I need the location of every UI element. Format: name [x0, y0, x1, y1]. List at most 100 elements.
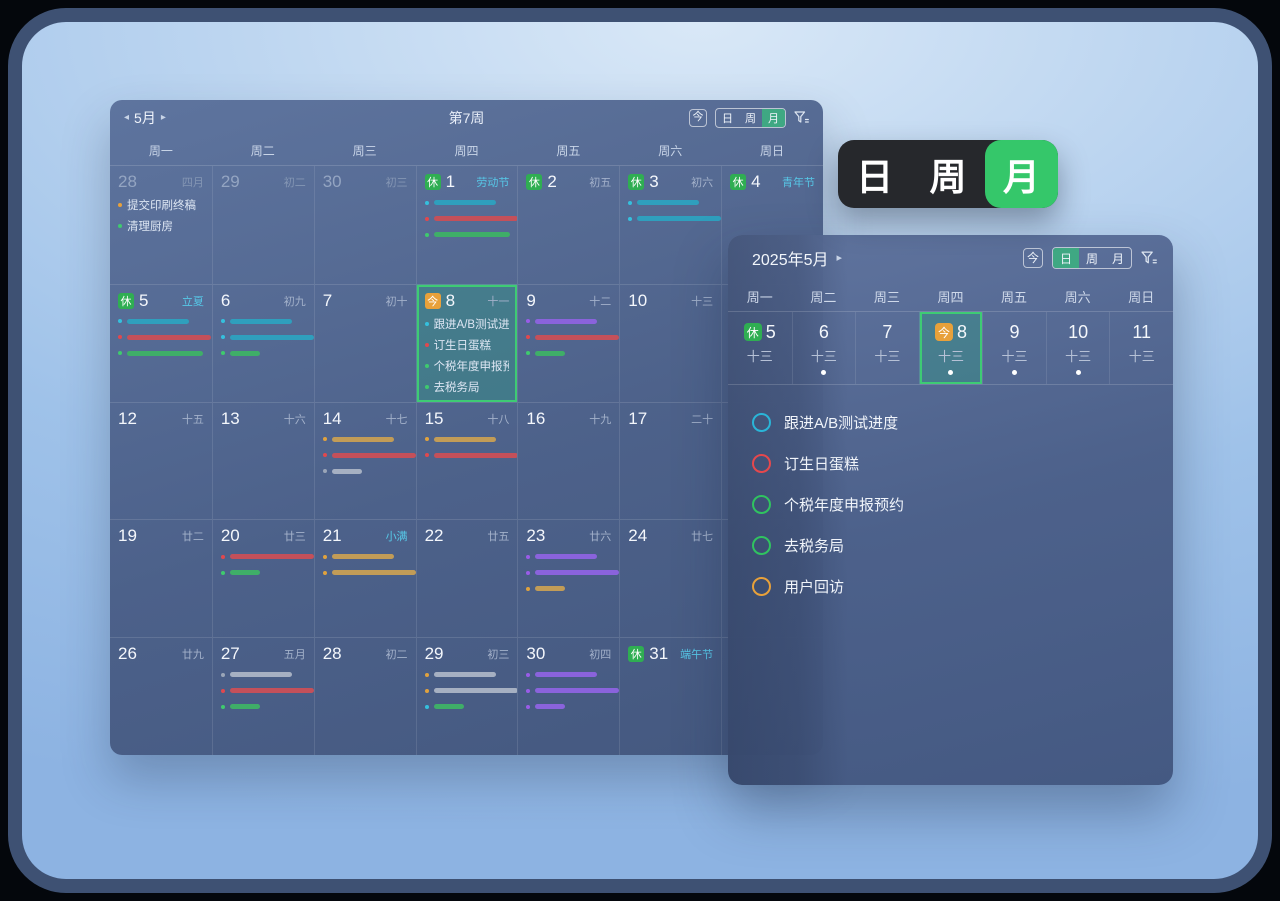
view-toggle-option-周[interactable]: 周 [1079, 248, 1105, 268]
event-bar-item[interactable] [323, 466, 408, 477]
task-checkbox-circle[interactable] [752, 577, 771, 596]
month-day-cell-3[interactable]: 休3初六 [619, 166, 721, 284]
event-item[interactable]: 订生日蛋糕 [425, 337, 510, 353]
month-day-cell-6[interactable]: 6初九 [212, 284, 314, 402]
view-toggle-option-日[interactable]: 日 [1053, 248, 1079, 268]
today-button[interactable]: 今 [1023, 248, 1043, 268]
month-day-cell-7[interactable]: 7初十 [314, 284, 416, 402]
task-checkbox-circle[interactable] [752, 454, 771, 473]
month-day-cell-30[interactable]: 30初三 [314, 166, 416, 284]
today-button[interactable]: 今 [689, 109, 707, 127]
month-day-cell-21[interactable]: 21小满 [314, 519, 416, 637]
month-day-cell-16[interactable]: 16十九 [517, 402, 619, 520]
month-day-cell-31[interactable]: 休31端午节 [619, 637, 721, 755]
week-day-cell-11[interactable]: 11十三 [1109, 312, 1173, 384]
event-bar-item[interactable] [221, 701, 306, 712]
month-day-cell-14[interactable]: 14十七 [314, 402, 416, 520]
task-checkbox-circle[interactable] [752, 495, 771, 514]
month-day-cell-10[interactable]: 10十三 [619, 284, 721, 402]
event-bar-item[interactable] [425, 701, 510, 712]
event-item[interactable]: 跟进A/B测试进度 [425, 316, 510, 332]
next-month-button[interactable]: ▸ [161, 113, 166, 123]
month-day-cell-17[interactable]: 17二十 [619, 402, 721, 520]
month-day-cell-2[interactable]: 休2初五 [517, 166, 619, 284]
month-day-cell-26[interactable]: 26廿九 [110, 637, 212, 755]
event-bar-item[interactable] [526, 701, 611, 712]
event-bar-item[interactable] [118, 348, 204, 359]
event-bar-item[interactable] [221, 551, 306, 562]
event-bar-item[interactable] [221, 685, 306, 696]
month-day-cell-29[interactable]: 29初三 [416, 637, 518, 755]
event-bar-item[interactable] [221, 348, 306, 359]
event-bar-item[interactable] [425, 229, 510, 240]
event-bar-item[interactable] [118, 332, 204, 343]
view-toggle-option-月[interactable]: 月 [762, 109, 785, 127]
event-bar-item[interactable] [323, 567, 408, 578]
event-bar-item[interactable] [628, 213, 713, 224]
event-bar-item[interactable] [221, 567, 306, 578]
month-day-cell-13[interactable]: 13十六 [212, 402, 314, 520]
event-bar-item[interactable] [118, 316, 204, 327]
filter-icon-button[interactable] [794, 111, 809, 125]
task-checkbox-circle[interactable] [752, 536, 771, 555]
month-day-cell-15[interactable]: 15十八 [416, 402, 518, 520]
view-toggle-option-日[interactable]: 日 [838, 140, 911, 208]
week-day-cell-9[interactable]: 9十三 [982, 312, 1046, 384]
event-bar-item[interactable] [323, 434, 408, 445]
week-day-cell-10[interactable]: 10十三 [1046, 312, 1110, 384]
event-item[interactable]: 个税年度申报预约 [425, 358, 510, 374]
event-bar-item[interactable] [526, 567, 611, 578]
task-item[interactable]: 用户回访 [752, 566, 1149, 607]
event-item[interactable]: 清理厨房 [118, 218, 204, 234]
prev-month-button[interactable]: ◂ [124, 113, 129, 123]
event-bar-item[interactable] [425, 197, 510, 208]
task-checkbox-circle[interactable] [752, 413, 771, 432]
month-day-cell-9[interactable]: 9十二 [517, 284, 619, 402]
month-day-cell-1[interactable]: 休1劳动节 [416, 166, 518, 284]
event-bar-item[interactable] [425, 213, 510, 224]
month-day-cell-29[interactable]: 29初二 [212, 166, 314, 284]
month-day-cell-12[interactable]: 12十五 [110, 402, 212, 520]
task-item[interactable]: 去税务局 [752, 525, 1149, 566]
event-bar-item[interactable] [526, 348, 611, 359]
month-day-cell-8[interactable]: 今8十一跟进A/B测试进度订生日蛋糕个税年度申报预约去税务局 [416, 284, 518, 402]
event-bar-item[interactable] [425, 685, 510, 696]
event-bar-item[interactable] [628, 197, 713, 208]
month-day-cell-22[interactable]: 22廿五 [416, 519, 518, 637]
view-toggle-option-日[interactable]: 日 [716, 109, 739, 127]
view-toggle-option-周[interactable]: 周 [739, 109, 762, 127]
week-day-cell-7[interactable]: 7十三 [855, 312, 919, 384]
week-day-cell-6[interactable]: 6十三 [792, 312, 856, 384]
month-day-cell-20[interactable]: 20廿三 [212, 519, 314, 637]
event-bar-item[interactable] [526, 316, 611, 327]
event-bar-item[interactable] [221, 669, 306, 680]
month-day-cell-27[interactable]: 27五月 [212, 637, 314, 755]
month-day-cell-5[interactable]: 休5立夏 [110, 284, 212, 402]
month-day-cell-28[interactable]: 28初二 [314, 637, 416, 755]
month-day-cell-23[interactable]: 23廿六 [517, 519, 619, 637]
event-bar-item[interactable] [526, 685, 611, 696]
view-toggle-option-月[interactable]: 月 [985, 140, 1058, 208]
filter-icon-button[interactable] [1141, 251, 1157, 266]
view-toggle-option-月[interactable]: 月 [1105, 248, 1131, 268]
event-bar-item[interactable] [425, 450, 510, 461]
event-bar-item[interactable] [526, 669, 611, 680]
event-bar-item[interactable] [526, 551, 611, 562]
event-bar-item[interactable] [526, 583, 611, 594]
month-day-cell-30[interactable]: 30初四 [517, 637, 619, 755]
week-day-cell-8[interactable]: 今8十三 [919, 312, 983, 384]
event-item[interactable]: 去税务局 [425, 379, 510, 395]
view-toggle-option-周[interactable]: 周 [911, 140, 984, 208]
event-item[interactable]: 提交印刷终稿 [118, 197, 204, 213]
task-item[interactable]: 订生日蛋糕 [752, 443, 1149, 484]
month-day-cell-24[interactable]: 24廿七 [619, 519, 721, 637]
event-bar-item[interactable] [323, 450, 408, 461]
month-day-cell-19[interactable]: 19廿二 [110, 519, 212, 637]
task-item[interactable]: 跟进A/B测试进度 [752, 402, 1149, 443]
month-day-cell-28[interactable]: 28四月提交印刷终稿清理厨房 [110, 166, 212, 284]
event-bar-item[interactable] [323, 551, 408, 562]
event-bar-item[interactable] [425, 434, 510, 445]
week-day-cell-5[interactable]: 休5十三 [728, 312, 792, 384]
event-bar-item[interactable] [221, 332, 306, 343]
event-bar-item[interactable] [526, 332, 611, 343]
